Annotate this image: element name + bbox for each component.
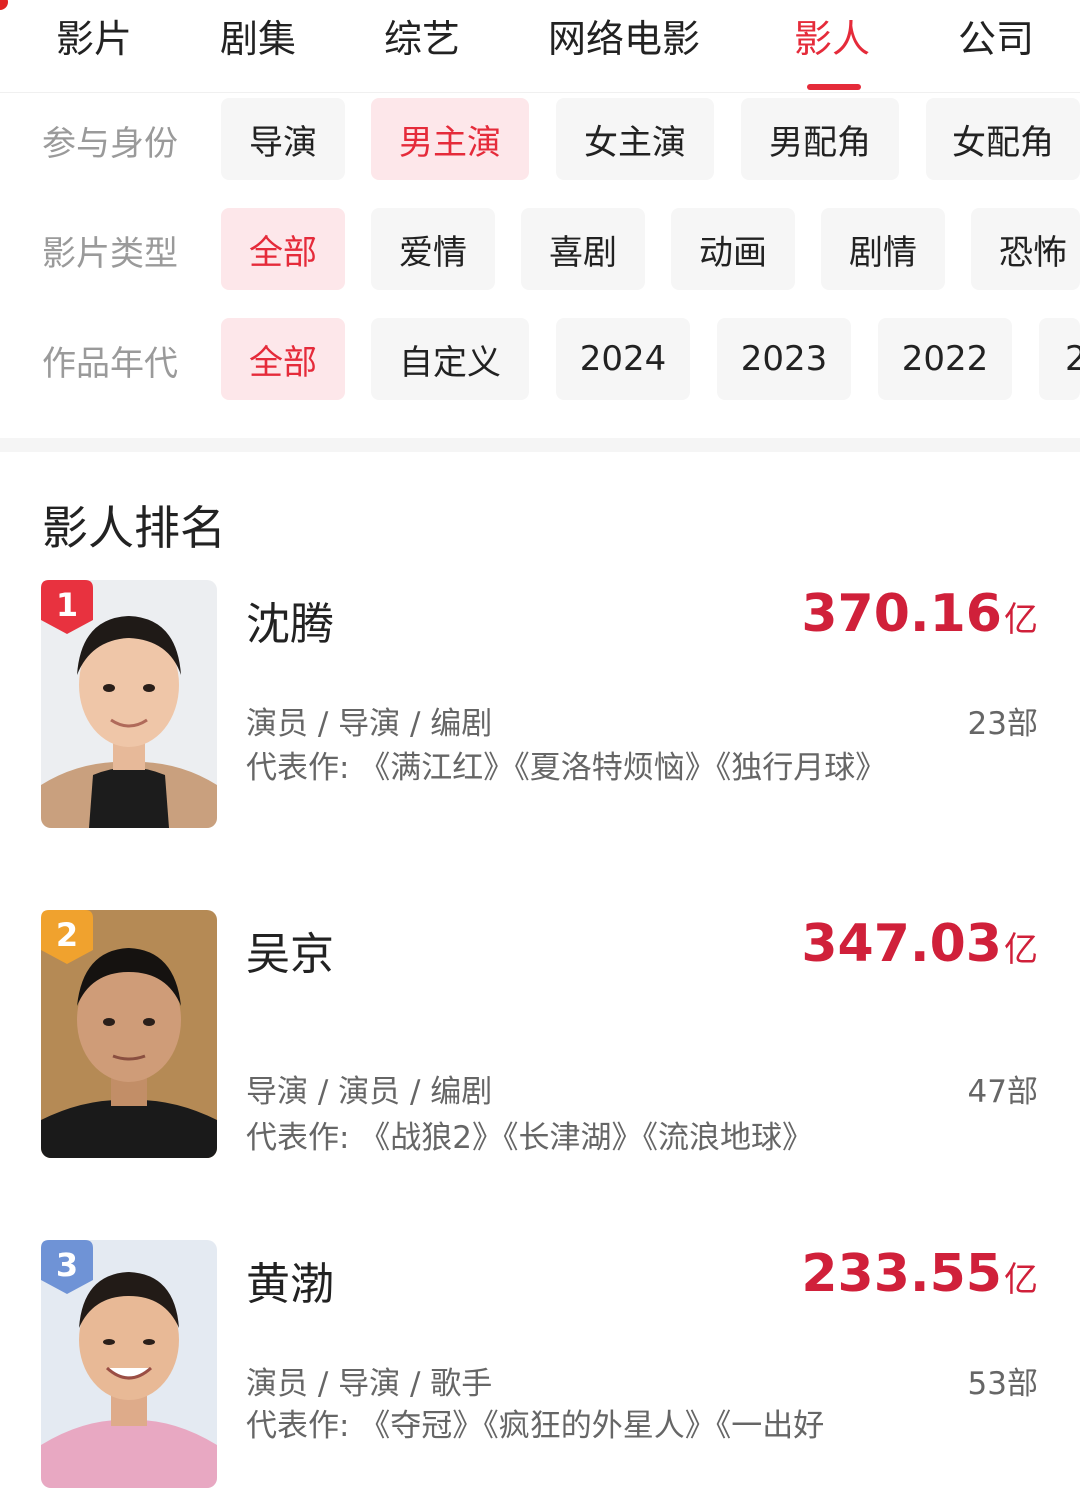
- rank-badge: 1: [41, 580, 93, 634]
- top-tab-bar: 影片 剧集 综艺 网络电影 影人 公司: [0, 0, 1080, 93]
- chip-genre-horror[interactable]: 恐怖: [971, 208, 1080, 290]
- chip-role-director[interactable]: 导演: [221, 98, 345, 180]
- person-roles: 演员 / 导演 / 歌手: [246, 1366, 493, 1402]
- tab-web-movies[interactable]: 网络电影: [548, 8, 700, 63]
- film-count: 23部: [967, 706, 1038, 742]
- notification-dot: [0, 0, 8, 10]
- tab-companies[interactable]: 公司: [958, 8, 1034, 63]
- filter-label-role: 参与身份: [42, 124, 178, 164]
- filter-row-role: 参与身份 导演 男主演 女主演 男配角 女配角: [0, 98, 1080, 180]
- ranking-item[interactable]: 3 黄渤 233.55亿 演员 / 导演 / 歌手 53部 代表作: 《夺冠》《…: [0, 1240, 1080, 1500]
- active-tab-indicator: [807, 84, 861, 90]
- representative-works: 代表作: 《夺冠》《疯狂的外星人》《一出好: [246, 1408, 825, 1444]
- filter-label-genre: 影片类型: [42, 234, 178, 274]
- tab-people[interactable]: 影人: [794, 8, 870, 63]
- person-roles: 导演 / 演员 / 编剧: [246, 1074, 493, 1110]
- tab-series[interactable]: 剧集: [220, 8, 296, 63]
- chip-year-custom[interactable]: 自定义: [371, 318, 529, 400]
- chip-genre-romance[interactable]: 爱情: [371, 208, 495, 290]
- chip-role-lead-actress[interactable]: 女主演: [556, 98, 714, 180]
- ranking-item[interactable]: 1 沈腾 370.16亿 演员 / 导演 / 编剧 23部 代表作: 《满江红》…: [0, 580, 1080, 840]
- chip-role-supporting-actor[interactable]: 男配角: [741, 98, 899, 180]
- person-roles: 演员 / 导演 / 编剧: [246, 706, 493, 742]
- chip-role-supporting-actress[interactable]: 女配角: [926, 98, 1080, 180]
- person-name: 吴京: [246, 929, 334, 980]
- box-office: 233.55亿: [801, 1244, 1038, 1304]
- ranking-item[interactable]: 2 吴京 347.03亿 导演 / 演员 / 编剧 47部 代表作: 《战狼2》…: [0, 910, 1080, 1170]
- chip-year-2024[interactable]: 2024: [556, 318, 690, 400]
- chip-genre-comedy[interactable]: 喜剧: [521, 208, 645, 290]
- representative-works: 代表作: 《战狼2》《长津湖》《流浪地球》: [246, 1120, 814, 1156]
- rank-badge: 3: [41, 1240, 93, 1294]
- chip-year-next[interactable]: 2: [1039, 318, 1080, 400]
- tab-films[interactable]: 影片: [56, 8, 132, 63]
- person-name: 黄渤: [246, 1259, 334, 1310]
- filter-label-year: 作品年代: [42, 344, 178, 384]
- film-count: 53部: [967, 1366, 1038, 1402]
- chip-genre-animation[interactable]: 动画: [671, 208, 795, 290]
- chip-genre-drama[interactable]: 剧情: [821, 208, 945, 290]
- chip-year-2023[interactable]: 2023: [717, 318, 851, 400]
- person-name: 沈腾: [246, 599, 334, 650]
- chip-role-lead-actor[interactable]: 男主演: [371, 98, 529, 180]
- box-office: 370.16亿: [801, 584, 1038, 644]
- filter-row-genre: 影片类型 全部 爱情 喜剧 动画 剧情 恐怖: [0, 208, 1080, 290]
- filter-row-year: 作品年代 全部 自定义 2024 2023 2022 2: [0, 318, 1080, 400]
- rank-badge: 2: [41, 910, 93, 964]
- tab-variety[interactable]: 综艺: [384, 8, 460, 63]
- box-office: 347.03亿: [801, 914, 1038, 974]
- chip-year-all[interactable]: 全部: [221, 318, 345, 400]
- chip-year-2022[interactable]: 2022: [878, 318, 1012, 400]
- chip-genre-all[interactable]: 全部: [221, 208, 345, 290]
- section-divider: [0, 438, 1080, 452]
- film-count: 47部: [967, 1074, 1038, 1110]
- representative-works: 代表作: 《满江红》《夏洛特烦恼》《独行月球》: [246, 750, 887, 786]
- section-title: 影人排名: [42, 501, 226, 555]
